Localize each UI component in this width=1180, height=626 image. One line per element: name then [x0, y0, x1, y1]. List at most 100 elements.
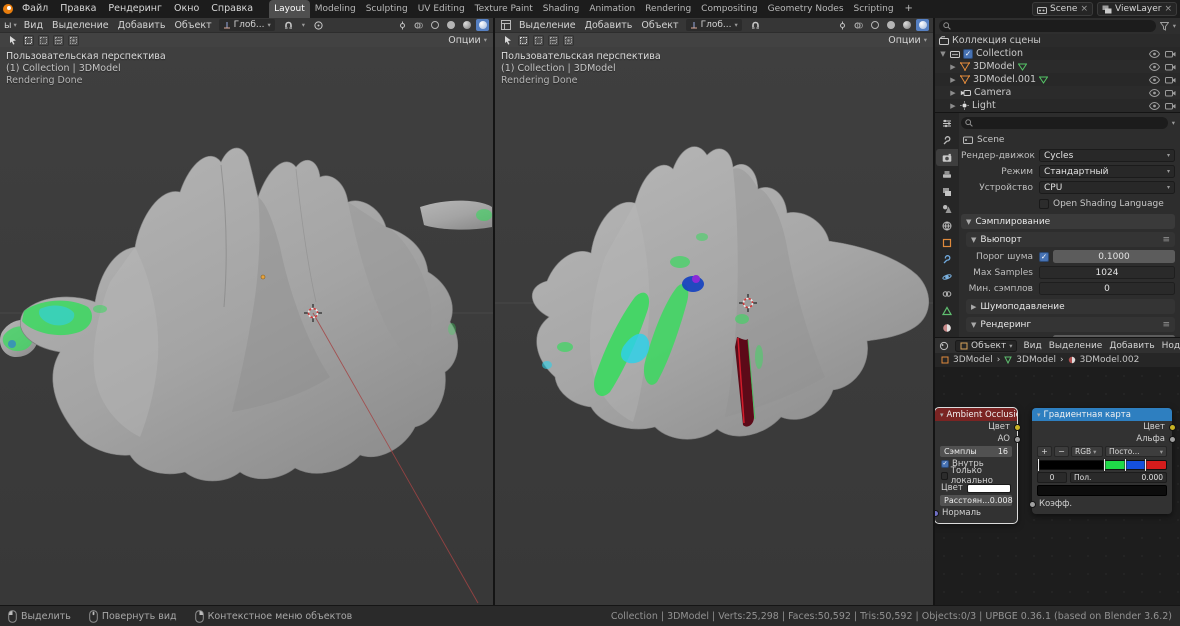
collapse-node-icon[interactable]: ▾	[1037, 411, 1041, 419]
osl-checkbox[interactable]	[1039, 198, 1049, 209]
remove-stop-button[interactable]: −	[1054, 446, 1069, 457]
workspace-tab[interactable]: Scripting	[849, 0, 899, 18]
add-stop-button[interactable]: +	[1037, 446, 1052, 457]
properties-editor-type-icon[interactable]	[936, 115, 958, 132]
disable-render-camera-icon[interactable]	[1165, 76, 1176, 84]
properties-search-input[interactable]	[961, 117, 1168, 129]
collection-checkbox[interactable]: ✓	[963, 48, 973, 59]
shading-solid-icon[interactable]	[444, 19, 457, 31]
node-header[interactable]: ▾ Ambient Occlusion	[935, 408, 1017, 421]
menu-item[interactable]: Рендеринг	[102, 0, 168, 18]
active-tool-icon[interactable]	[501, 34, 514, 46]
panel-menu-icon[interactable]: ≡	[1162, 320, 1170, 330]
hide-eye-icon[interactable]	[1149, 62, 1160, 71]
transform-orientation-dropdown[interactable]: Глоб... ▾	[218, 19, 275, 31]
chevron-down-icon[interactable]: ▾	[302, 21, 305, 29]
shading-rendered-icon[interactable]	[476, 19, 489, 31]
viewlayer-properties-tab[interactable]	[936, 183, 958, 200]
ao-inside-checkbox[interactable]: ✓	[941, 460, 949, 468]
denoise-panel-header[interactable]: ▶ Шумоподавление	[966, 299, 1175, 314]
noise-threshold-checkbox[interactable]: ✓	[1039, 251, 1049, 262]
ao-distance-field[interactable]: Расстоян... 0.008	[940, 495, 1013, 506]
overlays-icon[interactable]	[852, 19, 865, 31]
max-samples-field[interactable]: 1024	[1039, 266, 1175, 279]
shading-material-icon[interactable]	[460, 19, 473, 31]
proportional-edit-icon[interactable]	[312, 19, 325, 31]
noise-threshold-field[interactable]: 0.1000	[1053, 250, 1175, 263]
blender-logo-icon[interactable]	[0, 0, 16, 18]
show-gizmo-icon[interactable]	[396, 19, 409, 31]
show-gizmo-icon[interactable]	[836, 19, 849, 31]
hide-eye-icon[interactable]	[1149, 101, 1160, 110]
workspace-tab[interactable]: Animation	[584, 0, 640, 18]
disclosure-triangle-icon[interactable]: ▶	[949, 63, 957, 71]
ramp-stop-handle[interactable]	[1124, 459, 1126, 471]
outliner-search-input[interactable]	[939, 20, 1156, 32]
viewport-menu-item[interactable]: Добавить	[118, 20, 166, 31]
shader-menu-item[interactable]: Ноды	[1162, 341, 1180, 351]
viewport-menu-item[interactable]: Вид	[24, 20, 43, 31]
workspace-tab[interactable]: UV Editing	[413, 0, 470, 18]
device-dropdown[interactable]: CPU ▾	[1039, 181, 1175, 194]
tool-properties-tab[interactable]	[936, 132, 958, 149]
select-mode-extend-icon[interactable]	[38, 34, 49, 46]
viewlayer-remove-icon[interactable]: ×	[1164, 4, 1172, 14]
colorramp-gradient[interactable]	[1037, 459, 1167, 471]
disable-render-camera-icon[interactable]	[1165, 50, 1176, 58]
viewport-menu-item[interactable]: Добавить	[585, 20, 633, 31]
stop-index-field[interactable]: 0	[1037, 472, 1067, 483]
stop-position-field[interactable]: Пол. 0.000	[1070, 472, 1167, 483]
add-workspace-button[interactable]: +	[899, 0, 919, 18]
world-properties-tab[interactable]	[936, 217, 958, 234]
ramp-stop-handle[interactable]	[1104, 459, 1106, 471]
select-mode-intersect-icon[interactable]	[68, 34, 79, 46]
constraint-properties-tab[interactable]	[936, 285, 958, 302]
shader-type-dropdown[interactable]: Объект ▾	[955, 339, 1018, 352]
viewport-panel-header[interactable]: ▼ Вьюпорт ≡	[966, 232, 1175, 247]
workspace-tab[interactable]: Texture Paint	[470, 0, 538, 18]
socket-color-output[interactable]	[1168, 423, 1176, 431]
disable-render-camera-icon[interactable]	[1165, 63, 1176, 71]
ramp-stop-handle[interactable]	[1145, 459, 1147, 471]
node-canvas[interactable]: ▾ Ambient Occlusion Цвет AO Сэмплы16 ✓ В…	[935, 367, 1180, 605]
shading-rendered-icon[interactable]	[916, 19, 929, 31]
socket-alpha-output[interactable]	[1168, 435, 1176, 443]
viewport-menu-item[interactable]: Объект	[174, 20, 211, 31]
ao-samples-field[interactable]: Сэмплы 16	[940, 446, 1012, 457]
node-header[interactable]: ▾ Градиентная карта	[1032, 408, 1172, 421]
viewport-menu-item[interactable]: Объект	[641, 20, 678, 31]
select-mode-extend-icon[interactable]	[533, 34, 544, 46]
select-mode-new-icon[interactable]	[23, 34, 34, 46]
viewlayer-selector[interactable]: ViewLayer ×	[1097, 2, 1177, 16]
render-noise-threshold-checkbox[interactable]: ✓	[1039, 336, 1049, 337]
ramp-stop-handle[interactable]	[1037, 459, 1039, 471]
tool-options-dropdown[interactable]: Опции ▾	[448, 35, 487, 46]
select-mode-subtract-icon[interactable]	[53, 34, 64, 46]
render-noise-threshold-field[interactable]: 0.0100	[1053, 335, 1175, 337]
render-panel-header[interactable]: ▼ Рендеринг ≡	[966, 317, 1175, 332]
hide-eye-icon[interactable]	[1149, 75, 1160, 84]
scene-selector[interactable]: Scene ×	[1032, 2, 1093, 16]
outliner-row-3dmodel[interactable]: ▶ 3DModel	[935, 60, 1180, 73]
stop-color-swatch[interactable]	[1037, 485, 1167, 496]
socket-ao-output[interactable]	[1013, 435, 1021, 443]
modifier-properties-tab[interactable]	[936, 251, 958, 268]
output-properties-tab[interactable]	[936, 166, 958, 183]
render-engine-dropdown[interactable]: Cycles ▾	[1039, 149, 1175, 162]
shader-menu-item[interactable]: Добавить	[1109, 341, 1154, 351]
editor-type-icon[interactable]	[939, 340, 949, 352]
outliner-row-light[interactable]: ▶ Light	[935, 99, 1180, 112]
viewport-canvas-right[interactable]: Пользовательская перспектива (1) Collect…	[495, 47, 933, 605]
snap-magnet-icon[interactable]	[282, 19, 295, 31]
outliner-row-camera[interactable]: ▶ Camera	[935, 86, 1180, 99]
ao-color-swatch[interactable]	[966, 483, 1011, 493]
workspace-tab[interactable]: Sculpting	[361, 0, 413, 18]
physics-properties-tab[interactable]	[936, 268, 958, 285]
workspace-tab[interactable]: Shading	[538, 0, 585, 18]
overlays-icon[interactable]	[412, 19, 425, 31]
shading-wireframe-icon[interactable]	[868, 19, 881, 31]
hide-eye-icon[interactable]	[1149, 88, 1160, 97]
disclosure-triangle-icon[interactable]: ▶	[949, 102, 957, 110]
socket-normal-input[interactable]	[935, 509, 939, 517]
object-properties-tab[interactable]	[936, 234, 958, 251]
